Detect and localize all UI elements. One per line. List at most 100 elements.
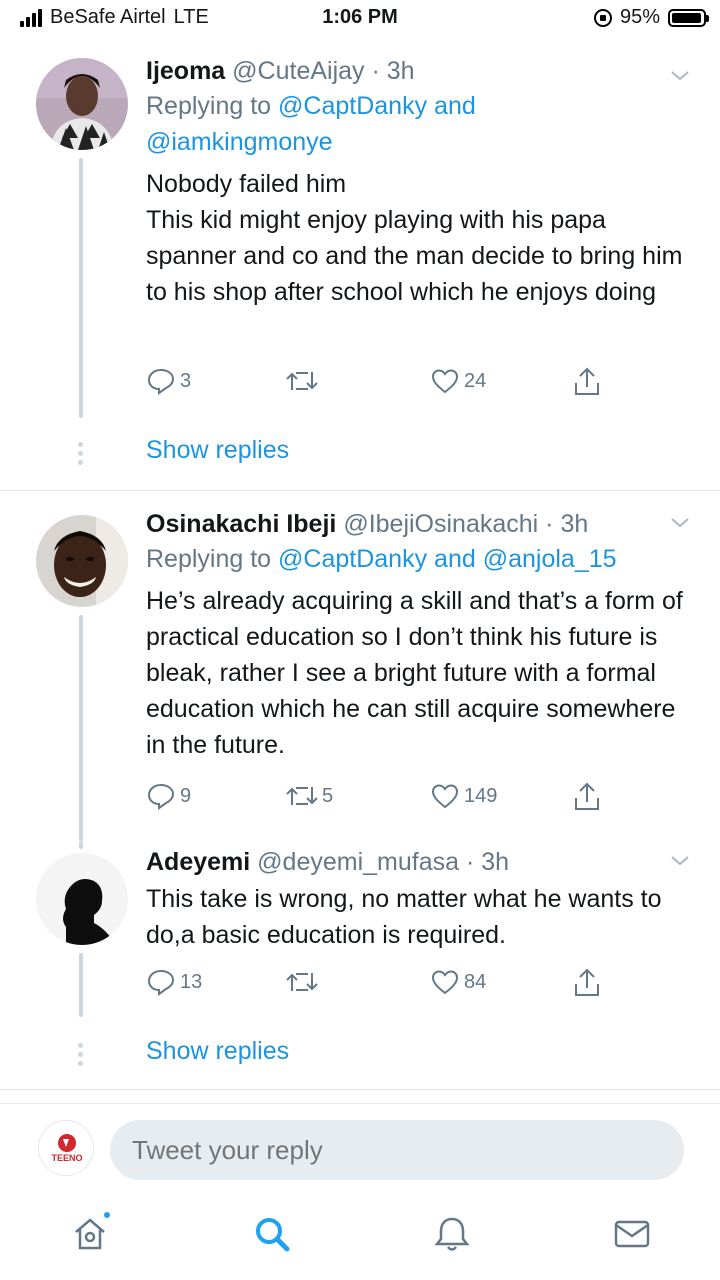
reply-icon (147, 969, 175, 996)
messages-icon (614, 1220, 650, 1248)
tab-messages[interactable] (612, 1214, 652, 1254)
tweet-text-line: Nobody failed him (146, 170, 347, 198)
tweet-content: Ijeoma @CuteAijay · 3h Replying to @Capt… (146, 54, 686, 310)
tweet-time: 3h (386, 57, 415, 85)
mention-link[interactable]: @CaptDanky (278, 545, 427, 573)
share-action[interactable] (572, 366, 602, 398)
author-handle[interactable]: @IbejiOsinakachi (343, 510, 538, 538)
like-action[interactable]: 24 (430, 366, 486, 396)
show-replies-link[interactable]: Show replies (146, 1037, 289, 1066)
tweet-2[interactable]: Osinakachi Ibeji @IbejiOsinakachi · 3h R… (0, 491, 720, 841)
author-name[interactable]: Osinakachi Ibeji (146, 510, 336, 538)
tweet-1[interactable]: Ijeoma @CuteAijay · 3h Replying to @Capt… (0, 40, 720, 490)
tweet-content: Adeyemi @deyemi_mufasa · 3h This take is… (146, 845, 686, 953)
replying-and[interactable]: and (434, 92, 476, 120)
heart-icon (431, 784, 459, 809)
battery-percent: 95% (619, 6, 660, 28)
tweet-header: Osinakachi Ibeji @IbejiOsinakachi · 3h (146, 507, 686, 541)
tab-bar (0, 1196, 720, 1280)
thread-line (79, 615, 83, 841)
retweet-action[interactable] (286, 967, 322, 997)
tweet-text: Nobody failed him This kid might enjoy p… (146, 166, 686, 310)
share-icon (575, 968, 599, 996)
more-replies-dots (78, 442, 84, 465)
share-icon (575, 367, 599, 395)
replying-to: Replying to @CaptDanky and @iamkingmonye (146, 88, 686, 160)
tweet-content: Osinakachi Ibeji @IbejiOsinakachi · 3h R… (146, 507, 686, 763)
thread-line (79, 953, 83, 1017)
tweet-actions: 9 5 149 (146, 781, 616, 817)
tab-notifications[interactable] (432, 1214, 472, 1254)
reply-count: 3 (180, 369, 192, 392)
user-avatar[interactable]: TEENO (38, 1120, 94, 1176)
reply-count: 13 (180, 970, 203, 993)
status-right: 95% (593, 6, 709, 29)
tweet-3[interactable]: Adeyemi @deyemi_mufasa · 3h This take is… (0, 841, 720, 1089)
heart-icon (431, 369, 459, 394)
battery-icon (668, 8, 709, 27)
like-count: 149 (464, 784, 498, 807)
tweet-time: 3h (560, 510, 589, 538)
avatar-logo-text: TEENO (51, 1153, 82, 1163)
divider (0, 1089, 720, 1090)
heart-icon (431, 970, 459, 995)
separator-dot: · (459, 848, 482, 876)
reply-action[interactable]: 13 (146, 967, 202, 997)
notifications-icon (434, 1217, 470, 1251)
retweet-action[interactable]: 5 (286, 781, 333, 811)
mention-link[interactable]: @iamkingmonye (146, 128, 333, 156)
more-replies-dots (78, 1043, 84, 1066)
replying-to: Replying to @CaptDanky and @anjola_15 (146, 541, 686, 577)
reply-icon (147, 783, 175, 810)
orientation-lock-icon (593, 8, 612, 27)
chevron-down-icon[interactable] (670, 513, 690, 533)
reply-count: 9 (180, 784, 192, 807)
tweet-text: He’s already acquiring a skill and that’… (146, 587, 683, 759)
tweet-header: Ijeoma @CuteAijay · 3h (146, 54, 686, 88)
author-handle[interactable]: @deyemi_mufasa (257, 848, 459, 876)
retweet-icon (286, 973, 318, 991)
author-handle[interactable]: @CuteAijay (232, 57, 364, 85)
separator-dot: · (538, 510, 561, 538)
author-name[interactable]: Ijeoma (146, 57, 225, 85)
show-replies-link[interactable]: Show replies (146, 436, 289, 465)
status-bar: BeSafe Airtel LTE 1:06 PM 95% (0, 0, 720, 36)
mention-link[interactable]: @CaptDanky (278, 92, 427, 120)
reply-action[interactable]: 9 (146, 781, 191, 811)
tweet-text-line: This kid might enjoy playing with his pa… (146, 206, 683, 306)
share-action[interactable] (572, 781, 602, 813)
share-icon (575, 782, 599, 810)
avatar[interactable] (36, 515, 128, 607)
tweet-header: Adeyemi @deyemi_mufasa · 3h (146, 845, 686, 879)
retweet-count: 5 (322, 784, 334, 807)
share-action[interactable] (572, 967, 602, 999)
reply-icon (147, 368, 175, 395)
chevron-down-icon[interactable] (670, 66, 690, 86)
replying-prefix: Replying to (146, 92, 272, 120)
retweet-icon (286, 372, 318, 390)
separator-dot: · (364, 57, 387, 85)
tweet-reply-input[interactable] (110, 1120, 684, 1180)
reply-action[interactable]: 3 (146, 366, 191, 396)
mention-link[interactable]: @anjola_15 (483, 545, 617, 573)
author-name[interactable]: Adeyemi (146, 848, 250, 876)
like-action[interactable]: 149 (430, 781, 497, 811)
tweet-text: This take is wrong, no matter what he wa… (146, 885, 662, 949)
avatar[interactable] (36, 58, 128, 150)
like-count: 84 (464, 970, 487, 993)
tab-search[interactable] (252, 1214, 292, 1254)
search-icon (256, 1218, 290, 1252)
chevron-down-icon[interactable] (670, 851, 690, 871)
like-action[interactable]: 84 (430, 967, 486, 997)
tweet-time: 3h (481, 848, 510, 876)
tweet-actions: 13 84 (146, 967, 616, 1003)
home-icon (75, 1218, 105, 1250)
tab-home[interactable] (70, 1210, 112, 1254)
replying-and[interactable]: and (434, 545, 476, 573)
retweet-action[interactable] (286, 366, 322, 396)
avatar[interactable] (36, 853, 128, 945)
thread-line (79, 841, 83, 849)
thread-line (79, 158, 83, 418)
new-tweets-dot (102, 1210, 112, 1220)
reply-bar: TEENO (0, 1104, 720, 1192)
